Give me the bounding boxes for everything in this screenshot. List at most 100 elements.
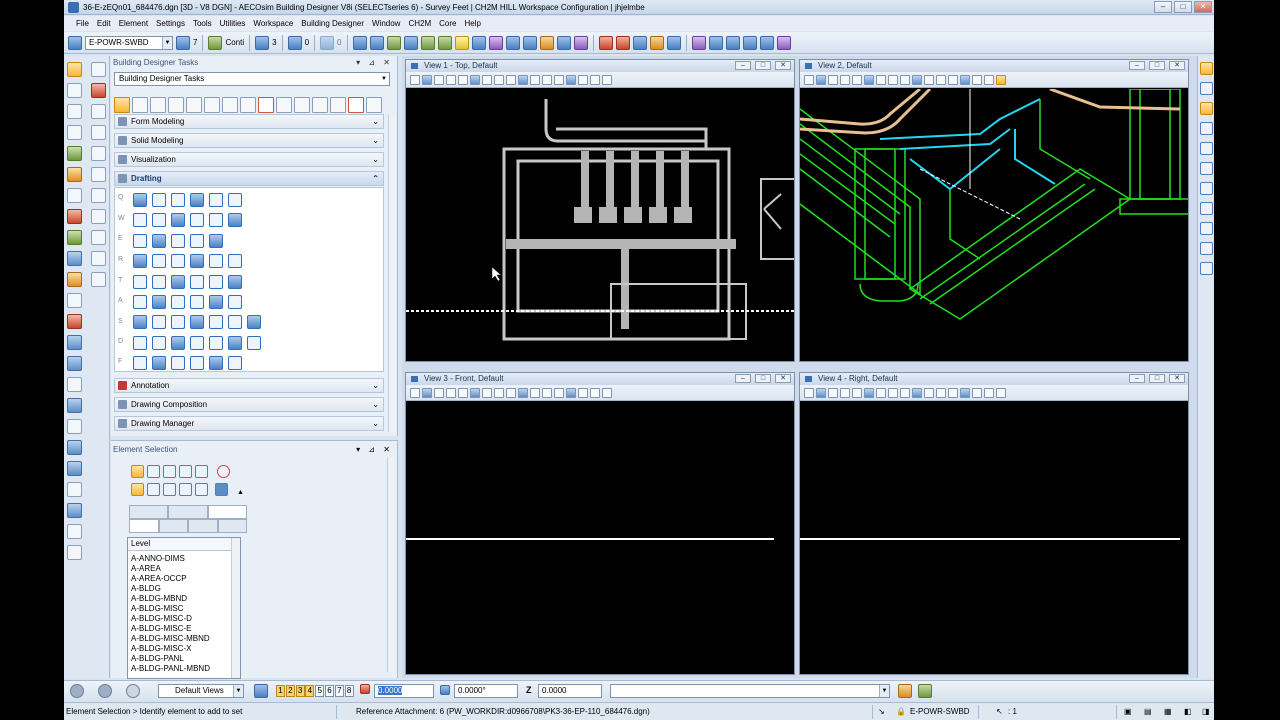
info-icon[interactable]	[505, 35, 520, 50]
copy-view-icon[interactable]	[948, 74, 958, 85]
measure-icon[interactable]	[522, 35, 537, 50]
zoom-out-icon[interactable]	[864, 387, 874, 398]
hatch-tool-icon[interactable]	[133, 315, 147, 330]
list-item[interactable]: A-BLDG-MBND	[131, 594, 187, 603]
electrical-icon[interactable]	[725, 35, 740, 50]
zoom-in-icon[interactable]	[458, 74, 468, 85]
active-style-value[interactable]: Conti	[225, 38, 244, 47]
z-coordinate-input[interactable]: 0.0000	[538, 684, 602, 698]
parallel-snap-icon[interactable]	[1200, 262, 1213, 275]
window-area-icon[interactable]	[482, 387, 492, 398]
color-icon[interactable]	[176, 35, 190, 50]
rotate-view-icon[interactable]	[506, 74, 516, 85]
view-next-icon[interactable]	[936, 387, 946, 398]
element-selection-controls[interactable]: ▾ ⊿ ✕	[356, 445, 393, 454]
analyze-icon[interactable]	[471, 35, 486, 50]
view-minimize-button[interactable]: –	[735, 61, 751, 70]
list-item[interactable]: A-BLDG-MISC-X	[131, 644, 191, 653]
shape-task-icon[interactable]	[330, 97, 346, 113]
dimension-tool-icon[interactable]	[152, 356, 166, 371]
place-text-tool-icon[interactable]	[152, 274, 166, 289]
tasks-scrollbar[interactable]	[388, 114, 396, 432]
view-settings-icon[interactable]	[828, 387, 838, 398]
place-shape-icon[interactable]	[67, 104, 82, 119]
view-7-toggle[interactable]: 7	[334, 685, 344, 697]
hatch-tool-icon[interactable]	[209, 315, 223, 330]
view-previous-icon[interactable]	[530, 387, 540, 398]
view-close-button[interactable]: ✕	[775, 61, 791, 70]
view-2[interactable]: View 2, Default – □ ✕	[799, 59, 1189, 362]
break-icon[interactable]	[91, 272, 106, 287]
place-block-icon[interactable]	[67, 125, 82, 140]
place-shape-tool-icon[interactable]	[133, 233, 147, 248]
dimension-icon[interactable]	[67, 335, 82, 350]
place-arc-tool-icon[interactable]	[190, 213, 204, 228]
menu-settings[interactable]: Settings	[152, 19, 189, 28]
transparency-icon[interactable]	[287, 35, 302, 50]
points-icon[interactable]	[67, 524, 82, 539]
zoom-out-icon[interactable]	[470, 387, 480, 398]
render-view-icon[interactable]	[590, 387, 600, 398]
view-previous-icon[interactable]	[924, 387, 934, 398]
menu-help[interactable]: Help	[460, 19, 484, 28]
place-arc-tool-icon[interactable]	[152, 213, 166, 228]
line-style-icon[interactable]	[208, 35, 223, 50]
view-maximize-button[interactable]: □	[755, 61, 771, 70]
zoom-in-icon[interactable]	[852, 74, 862, 85]
view-attributes-icon[interactable]	[804, 387, 814, 398]
section-visualization[interactable]: Visualization ⌄	[114, 152, 384, 167]
levels-icon[interactable]	[437, 35, 452, 50]
menu-tools[interactable]: Tools	[189, 19, 216, 28]
place-line-tool-icon[interactable]	[171, 193, 185, 207]
place-shape-tool-icon[interactable]	[190, 233, 204, 248]
properties-icon[interactable]: ▦	[1164, 707, 1172, 716]
plumbing-icon[interactable]	[742, 35, 757, 50]
window-task-icon[interactable]	[204, 97, 220, 113]
back-icon[interactable]	[70, 684, 84, 698]
tab-level[interactable]	[129, 519, 159, 533]
camera-view-icon[interactable]	[578, 387, 588, 398]
scale-icon[interactable]	[67, 230, 82, 245]
line-string-icon[interactable]	[91, 104, 106, 119]
display-style-icon[interactable]	[422, 387, 432, 398]
subtract-mode-icon[interactable]	[163, 483, 176, 496]
place-line-tool-icon[interactable]	[133, 193, 147, 207]
view-maximize-button[interactable]: □	[1149, 374, 1165, 383]
add-mode-icon[interactable]	[147, 483, 160, 496]
list-item[interactable]: A-ANNO-DIMS	[131, 554, 185, 563]
pattern-tool-icon[interactable]	[133, 335, 147, 350]
menu-ch2m[interactable]: CH2M	[404, 19, 435, 28]
more-task-icon[interactable]	[366, 97, 382, 113]
circle-select-icon[interactable]	[179, 465, 192, 478]
tab-color[interactable]	[158, 519, 188, 533]
energy-icon[interactable]	[776, 35, 791, 50]
element-selection-icon[interactable]	[67, 62, 82, 77]
place-line-tool-icon[interactable]	[228, 193, 242, 207]
rotate-view-icon[interactable]	[506, 387, 516, 398]
copy-view-icon[interactable]	[554, 74, 564, 85]
fit-view-icon[interactable]	[888, 74, 898, 85]
column-task-icon[interactable]	[294, 97, 310, 113]
place-line-icon[interactable]	[67, 83, 82, 98]
generative-icon[interactable]	[759, 35, 774, 50]
hatch-tool-icon[interactable]	[228, 315, 242, 330]
modify-icon[interactable]	[67, 272, 82, 287]
acs-icon[interactable]	[67, 482, 82, 497]
menu-file[interactable]: File	[72, 19, 93, 28]
component-icon[interactable]	[615, 35, 630, 50]
render-icon[interactable]	[488, 35, 503, 50]
tab-types[interactable]	[168, 505, 208, 519]
place-text-tool-icon[interactable]	[133, 274, 147, 289]
edit-icon[interactable]	[539, 35, 554, 50]
tangent-snap-icon[interactable]	[1200, 222, 1213, 235]
perpendicular-snap-icon[interactable]	[1200, 242, 1213, 255]
hatch-tool-icon[interactable]	[190, 315, 204, 330]
place-cell-tool-icon[interactable]	[171, 295, 185, 309]
render-view-icon[interactable]	[590, 74, 600, 85]
section-drawing-composition[interactable]: Drawing Composition ⌄	[114, 397, 384, 412]
open-file-icon[interactable]	[369, 35, 384, 50]
view-groups-icon[interactable]	[254, 684, 268, 698]
camera-view-icon[interactable]	[578, 74, 588, 85]
view-minimize-button[interactable]: –	[1129, 374, 1145, 383]
view-canvas[interactable]	[800, 402, 1188, 674]
